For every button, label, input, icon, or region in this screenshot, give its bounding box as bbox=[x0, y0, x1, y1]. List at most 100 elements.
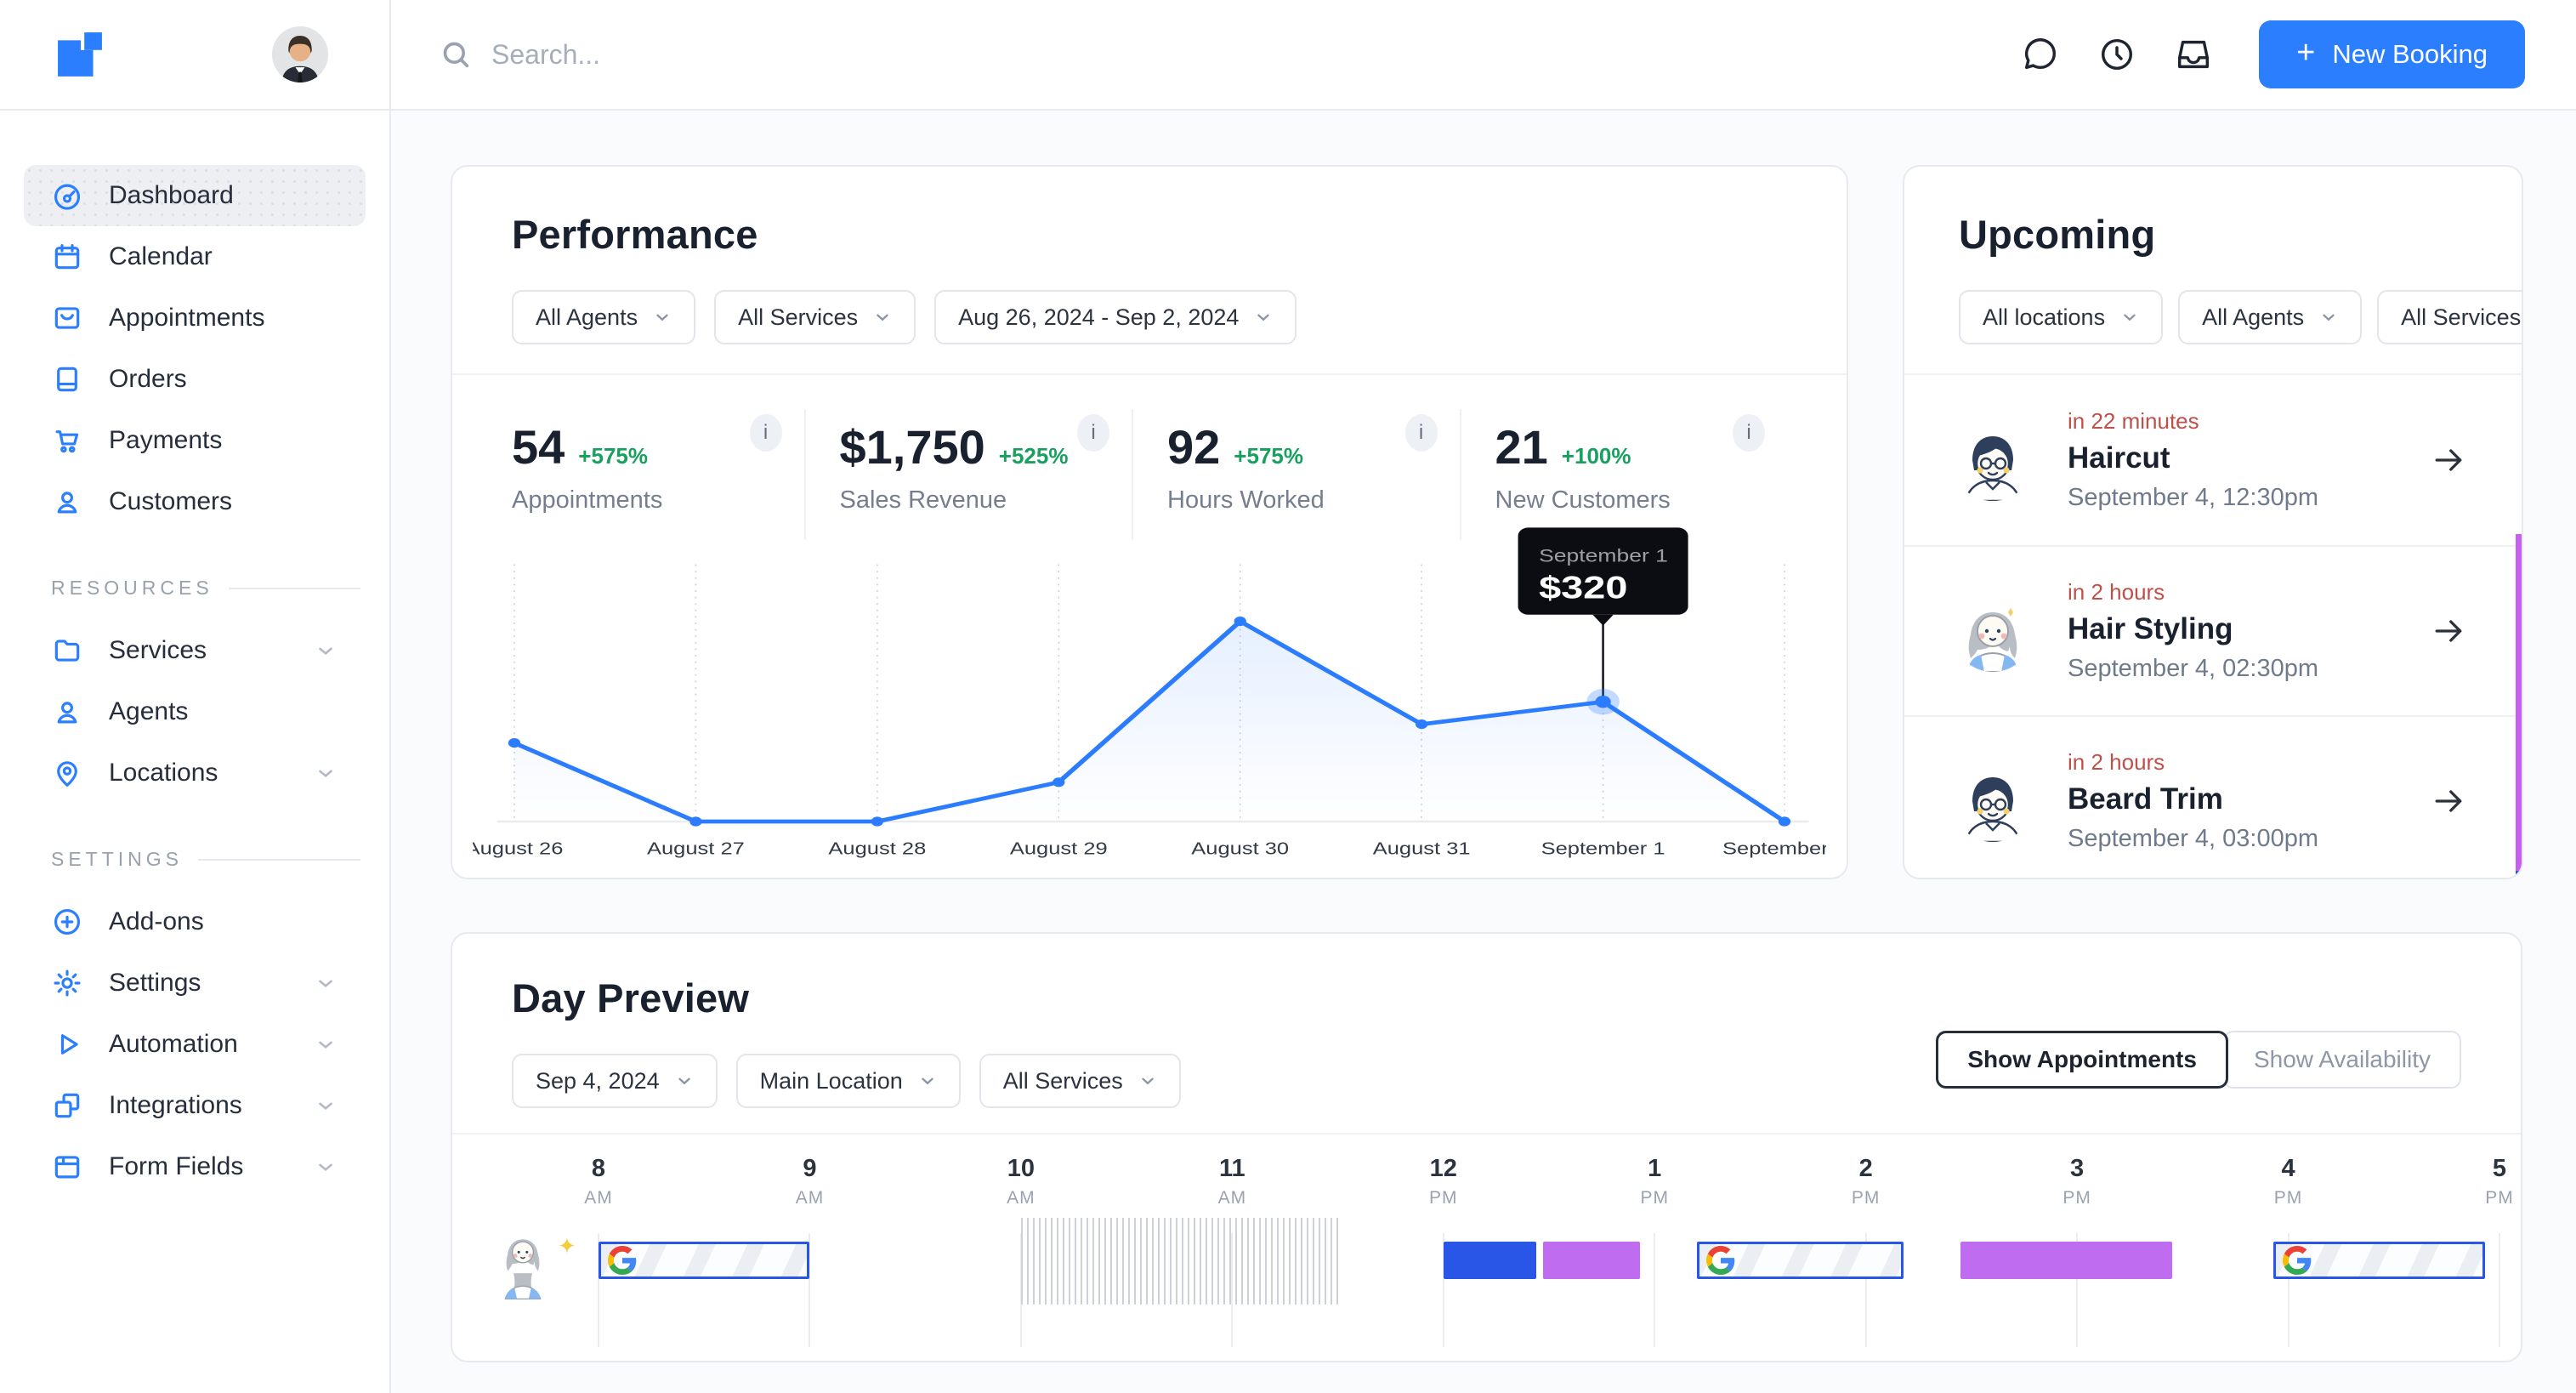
info-icon[interactable]: i bbox=[749, 414, 782, 452]
pin-icon bbox=[57, 761, 77, 787]
upcoming-services-filter[interactable]: All Services bbox=[2377, 290, 2522, 344]
sidebar-item-label: Add-ons bbox=[109, 907, 204, 935]
upcoming-item-haircut[interactable]: in 22 minutes Haircut September 4, 12:30… bbox=[1904, 375, 2522, 545]
filter-value: All Agents bbox=[2202, 304, 2305, 330]
svg-text:August 30: August 30 bbox=[1191, 839, 1289, 858]
appointment-block[interactable] bbox=[1960, 1242, 2172, 1279]
sidebar-item-integrations[interactable]: Integrations bbox=[24, 1075, 366, 1136]
play-icon bbox=[60, 1034, 78, 1055]
filter-value: All Services bbox=[2401, 304, 2522, 330]
sidebar-item-label: Payments bbox=[109, 426, 223, 454]
day-preview-date-filter[interactable]: Sep 4, 2024 bbox=[512, 1054, 718, 1108]
show-appointments-toggle[interactable]: Show Appointments bbox=[1936, 1031, 2228, 1089]
show-availability-toggle[interactable]: Show Availability bbox=[2222, 1031, 2461, 1089]
plus-icon: + bbox=[2296, 35, 2316, 71]
stat-label: Sales Revenue bbox=[839, 486, 1007, 514]
info-icon[interactable]: i bbox=[1404, 414, 1438, 452]
search-bar[interactable] bbox=[439, 37, 2021, 71]
resources-label: RESOURCES bbox=[51, 577, 213, 599]
sidebar-item-label: Calendar bbox=[109, 242, 213, 270]
chevron-down-icon bbox=[877, 314, 888, 321]
upcoming-title: Upcoming bbox=[1959, 212, 2156, 257]
sidebar-item-appointments[interactable]: Appointments bbox=[24, 287, 366, 349]
unavailable-block[interactable] bbox=[1020, 1218, 1338, 1305]
performance-chart[interactable]: September 1 $320 August 26 August 27 August … bbox=[473, 522, 1826, 862]
day-preview-location-filter[interactable]: Main Location bbox=[735, 1054, 961, 1108]
info-icon[interactable]: i bbox=[1733, 414, 1765, 452]
appointment-block[interactable] bbox=[1542, 1242, 1640, 1279]
filter-value: Aug 26, 2024 - Sep 2, 2024 bbox=[958, 304, 1240, 330]
day-preview-services-filter[interactable]: All Services bbox=[979, 1054, 1181, 1108]
sidebar-item-orders[interactable]: Orders bbox=[24, 349, 366, 410]
sidebar-item-add-ons[interactable]: Add-ons bbox=[24, 891, 366, 952]
gear-icon bbox=[54, 969, 81, 997]
calendar-icon bbox=[54, 243, 80, 270]
sidebar-item-label: Integrations bbox=[109, 1091, 242, 1119]
appointment-datetime: September 4, 03:00pm bbox=[2068, 825, 2319, 852]
hour-label: 5 PM bbox=[2485, 1155, 2514, 1208]
user-avatar[interactable] bbox=[272, 26, 328, 82]
upcoming-locations-filter[interactable]: All locations bbox=[1959, 290, 2164, 344]
google-appointment-block[interactable] bbox=[2273, 1242, 2485, 1279]
google-appointment-block[interactable] bbox=[1696, 1242, 1904, 1279]
day-preview-timeline[interactable]: ✦ 8 AM 9 AM 10 AM 11 AM 12 PM 1 PM 2 PM 3 PM 4 PM 5 PM bbox=[504, 1133, 2513, 1361]
sidebar-item-agents[interactable]: Agents bbox=[24, 681, 366, 742]
sidebar-item-calendar[interactable]: Calendar bbox=[24, 226, 366, 287]
svg-text:September 2: September 2 bbox=[1722, 839, 1826, 858]
upcoming-agents-filter[interactable]: All Agents bbox=[2178, 290, 2363, 344]
performance-card: Performance All Agents All Services Aug … bbox=[451, 165, 1848, 879]
stat-delta: +575% bbox=[1234, 443, 1303, 469]
stat-value: 54 bbox=[512, 420, 565, 474]
chat-icon[interactable] bbox=[2021, 35, 2060, 74]
info-icon[interactable]: i bbox=[1077, 414, 1109, 452]
performance-date-range-filter[interactable]: Aug 26, 2024 - Sep 2, 2024 bbox=[934, 290, 1297, 344]
chevron-down-icon bbox=[2124, 314, 2136, 321]
svg-text:August 29: August 29 bbox=[1010, 839, 1108, 858]
arrow-right-icon[interactable] bbox=[2430, 441, 2467, 479]
chevron-down-icon bbox=[656, 314, 668, 321]
sidebar-item-label: Services bbox=[109, 636, 207, 664]
sidebar-item-label: Form Fields bbox=[109, 1152, 244, 1180]
topbar-main: + New Booking bbox=[391, 0, 2576, 109]
sidebar-item-dashboard[interactable]: Dashboard bbox=[24, 165, 366, 226]
arrow-right-icon[interactable] bbox=[2430, 612, 2467, 650]
chevron-down-icon bbox=[319, 647, 332, 655]
hour-label: 9 AM bbox=[795, 1155, 825, 1208]
google-appointment-block[interactable] bbox=[599, 1242, 810, 1279]
search-input[interactable] bbox=[491, 38, 1001, 71]
clock-icon[interactable] bbox=[2097, 35, 2136, 74]
sidebar-item-payments[interactable]: Payments bbox=[24, 410, 366, 471]
arrow-right-icon[interactable] bbox=[2430, 782, 2467, 820]
filter-value: Main Location bbox=[759, 1067, 903, 1094]
hour-label: 3 PM bbox=[2063, 1155, 2091, 1208]
appointment-datetime: September 4, 12:30pm bbox=[2068, 484, 2319, 511]
sidebar-item-automation[interactable]: Automation bbox=[24, 1014, 366, 1075]
customer-avatar bbox=[1952, 419, 2034, 501]
inbox-icon[interactable] bbox=[2174, 35, 2213, 74]
hour-gridline bbox=[2499, 1233, 2500, 1347]
performance-services-filter[interactable]: All Services bbox=[714, 290, 916, 344]
appointment-info: in 2 hours Beard Trim September 4, 03:00… bbox=[2068, 749, 2430, 853]
hour-label: 1 PM bbox=[1640, 1155, 1669, 1208]
sidebar-section-settings: SETTINGS bbox=[51, 848, 360, 871]
sidebar-item-services[interactable]: Services bbox=[24, 620, 366, 681]
stat-label: Appointments bbox=[512, 486, 663, 514]
filter-value: All Agents bbox=[536, 304, 638, 330]
sidebar-item-locations[interactable]: Locations bbox=[24, 742, 366, 804]
upcoming-item-hair-styling[interactable]: in 2 hours Hair Styling September 4, 02:… bbox=[1904, 545, 2522, 715]
new-booking-button[interactable]: + New Booking bbox=[2259, 20, 2525, 88]
chevron-down-icon bbox=[1257, 314, 1270, 321]
day-preview-card: Day Preview Sep 4, 2024 Main Location Al… bbox=[451, 932, 2522, 1362]
upcoming-scrollbar[interactable] bbox=[2516, 534, 2522, 878]
performance-agents-filter[interactable]: All Agents bbox=[512, 290, 696, 344]
sidebar-item-customers[interactable]: Customers bbox=[24, 471, 366, 532]
sidebar-item-label: Dashboard bbox=[109, 181, 234, 209]
appointment-info: in 2 hours Hair Styling September 4, 02:… bbox=[2068, 579, 2430, 683]
sidebar-item-form-fields[interactable]: Form Fields bbox=[24, 1136, 366, 1197]
appointment-block[interactable] bbox=[1443, 1242, 1537, 1279]
sidebar-item-label: Settings bbox=[109, 969, 201, 997]
sidebar-item-settings[interactable]: Settings bbox=[24, 952, 366, 1014]
app-logo-icon[interactable] bbox=[56, 31, 104, 78]
appointment-eta: in 2 hours bbox=[2068, 749, 2165, 775]
upcoming-item-beard-trim[interactable]: in 2 hours Beard Trim September 4, 03:00… bbox=[1904, 715, 2522, 878]
